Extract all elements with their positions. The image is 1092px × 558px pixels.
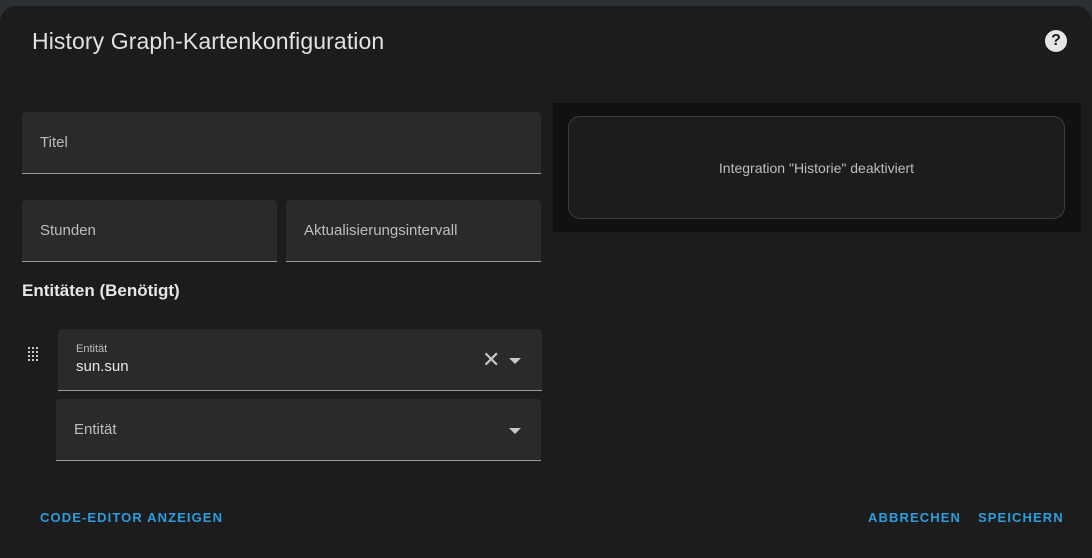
add-entity-label: Entität <box>74 421 117 438</box>
cancel-button[interactable]: ABBRECHEN <box>868 510 961 525</box>
help-circle-icon[interactable]: ? <box>1045 30 1067 52</box>
entity-picker-label: Entität <box>76 343 108 355</box>
entity-picker-value: sun.sun <box>76 358 129 375</box>
title-field-label: Titel <box>40 134 68 151</box>
chevron-down-icon[interactable] <box>509 358 521 364</box>
title-field[interactable]: Titel <box>22 112 541 174</box>
entity-picker[interactable]: Entität sun.sun ✕ <box>58 329 542 391</box>
preview-message: Integration "Historie" deaktiviert <box>718 160 915 176</box>
refresh-interval-label: Aktualisierungsintervall <box>304 222 458 239</box>
preview-card: Integration "Historie" deaktiviert <box>568 116 1065 219</box>
hours-field[interactable]: Stunden <box>22 200 277 262</box>
dialog-title: History Graph-Kartenkonfiguration <box>32 28 385 54</box>
refresh-interval-field[interactable]: Aktualisierungsintervall <box>286 200 541 262</box>
chevron-down-icon[interactable] <box>509 428 521 434</box>
hours-field-label: Stunden <box>40 222 96 239</box>
add-entity-picker[interactable]: Entität <box>56 399 541 461</box>
close-icon[interactable]: ✕ <box>482 349 500 371</box>
save-button[interactable]: SPEICHERN <box>978 510 1064 525</box>
card-preview: Integration "Historie" deaktiviert <box>553 103 1081 232</box>
entities-heading: Entitäten (Benötigt) <box>22 281 180 300</box>
show-code-editor-button[interactable]: CODE-EDITOR ANZEIGEN <box>40 510 223 525</box>
drag-handle-icon[interactable] <box>28 347 42 361</box>
card-config-dialog: History Graph-Kartenkonfiguration ? Tite… <box>0 6 1092 558</box>
